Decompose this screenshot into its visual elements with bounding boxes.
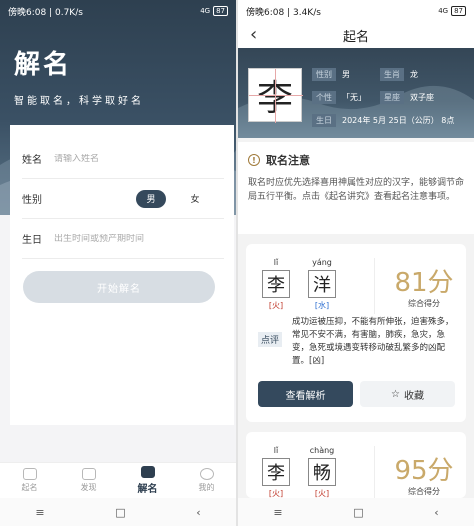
analyze-icon (140, 466, 155, 478)
star-icon: ☆ (391, 388, 400, 400)
home-nav-button[interactable]: □ (115, 506, 125, 519)
status-bar: 傍晚6:08 | 3.4K/s 4G 87 (238, 0, 474, 22)
name-result-card: lǐ 李 [火] yáng 洋 [水] 81分 综合得分 点评 成功运被压抑，不… (246, 244, 466, 422)
name-row: 姓名 (22, 139, 224, 179)
birthday-value: 2024年 5月 25日（公历） 8点 (342, 116, 455, 125)
hanzi: 畅 (308, 458, 336, 486)
favorite-label: 收藏 (403, 390, 424, 402)
status-signal: 4G 87 (438, 6, 466, 16)
tab-label: 起名 (21, 483, 38, 492)
birth-label: 生日 (22, 235, 42, 246)
system-nav-bar: ≡ □ ‹ (0, 498, 236, 526)
divider (374, 446, 375, 498)
name-char: yáng 洋 [水] (308, 258, 336, 311)
start-analyze-button[interactable]: 开始解名 (23, 271, 215, 303)
tab-label: 我的 (198, 483, 215, 492)
tab-analyze[interactable]: 解名 (118, 463, 177, 498)
profile-icon (199, 468, 214, 480)
overall-score: 95分 (394, 456, 454, 486)
element-tag: [水] (314, 301, 330, 310)
menu-nav-button[interactable]: ≡ (35, 506, 44, 519)
pinyin: lǐ (273, 258, 279, 267)
naming-icon (22, 468, 37, 480)
top-bar: 傍晚6:08 | 3.4K/s 4G 87 ‹ 起名 (238, 0, 474, 48)
name-result-card: lǐ 李 [火] chàng 畅 [火] 95分 综合得分 (246, 432, 466, 498)
back-nav-button[interactable]: ‹ (196, 506, 200, 519)
surname-grid: 李 (248, 68, 303, 123)
name-label: 姓名 (22, 155, 42, 166)
birth-row: 生日 (22, 219, 224, 259)
status-signal: 4G 87 (200, 6, 228, 16)
gender-row: 性别 男 女 (22, 179, 224, 219)
hanzi: 李 (262, 270, 290, 298)
system-nav-bar: ≡ □ ‹ (238, 498, 474, 526)
info-row-2: 个性 「无」 星座 双子座 (312, 91, 434, 104)
personality-tag: 个性 (312, 91, 336, 104)
element-tag: [火] (268, 301, 284, 310)
home-nav-button[interactable]: □ (353, 506, 363, 519)
constellation-tag: 星座 (380, 91, 404, 104)
favorite-button[interactable]: ☆ 收藏 (360, 381, 455, 407)
tab-label: 解名 (137, 484, 158, 495)
notice-body: 取名时应优先选择喜用神属性对应的汉字，能够调节命局五行平衡。点击《起名讲究》查看… (248, 178, 465, 202)
discover-icon (81, 468, 96, 480)
comment-badge: 点评 (258, 332, 283, 347)
status-time: 傍晚6:08 | 3.4K/s (246, 7, 321, 18)
analyze-screen: 傍晚6:08 | 0.7K/s 4G87 解名 智能取名，科学取好名 姓名 性别… (0, 0, 236, 526)
birth-input[interactable] (54, 233, 214, 244)
divider (374, 258, 375, 314)
pinyin: chàng (309, 446, 335, 455)
name-form-card: 姓名 性别 男 女 生日 开始解名 (10, 125, 234, 425)
score-label: 综合得分 (408, 487, 440, 496)
view-analysis-button[interactable]: 查看解析 (258, 381, 353, 407)
pinyin: yáng (312, 258, 332, 267)
hanzi: 李 (262, 458, 290, 486)
name-char: lǐ 李 [火] (262, 258, 290, 311)
notice-title: 取名注意 (266, 154, 310, 167)
page-title: 起名 (342, 30, 369, 45)
tab-label: 发现 (80, 483, 97, 492)
pinyin: lǐ (273, 446, 279, 455)
zodiac-tag: 生肖 (380, 68, 404, 81)
bottom-tab-bar: 起名 发现 解名 我的 (0, 462, 236, 498)
overall-score: 81分 (394, 268, 454, 298)
gender-value: 男 (342, 70, 350, 79)
name-char: lǐ 李 [火] (262, 446, 290, 499)
back-nav-button[interactable]: ‹ (434, 506, 438, 519)
naming-notice-card: ! 取名注意 取名时应优先选择喜用神属性对应的汉字，能够调节命局五行平衡。点击《… (238, 142, 474, 234)
naming-result-screen: 傍晚6:08 | 3.4K/s 4G 87 ‹ 起名 李 性别 男 生肖 龙 个性… (238, 0, 474, 526)
profile-banner: 李 性别 男 生肖 龙 个性 「无」 星座 双子座 生日 2024年 5月 25… (238, 48, 474, 138)
tab-discover[interactable]: 发现 (59, 463, 118, 498)
gender-tag: 性别 (312, 68, 336, 81)
gender-label: 性别 (22, 195, 42, 206)
personality-value: 「无」 (342, 93, 366, 102)
status-bar: 傍晚6:08 | 0.7K/s 4G 87 (0, 0, 236, 22)
hanzi: 洋 (308, 270, 336, 298)
constellation-value: 双子座 (410, 93, 434, 102)
info-row-1: 性别 男 生肖 龙 (312, 68, 418, 81)
info-icon: ! (248, 154, 260, 166)
page-title: 解名 (14, 50, 73, 80)
tab-naming[interactable]: 起名 (0, 463, 59, 498)
battery-icon: 87 (451, 6, 466, 16)
comment-text: 成功运被压抑，不能有所伸张，迫害殊多，常见不安不满，有害脑，肺疾，急灾，急变，急… (292, 317, 454, 366)
page-subtitle: 智能取名，科学取好名 (14, 96, 144, 107)
status-time: 傍晚6:08 | 0.7K/s (8, 7, 83, 18)
name-input[interactable] (54, 153, 214, 164)
birthday-tag: 生日 (312, 114, 336, 127)
tab-profile[interactable]: 我的 (177, 463, 236, 498)
menu-nav-button[interactable]: ≡ (273, 506, 282, 519)
surname-char: 李 (256, 78, 293, 119)
info-row-3: 生日 2024年 5月 25日（公历） 8点 (312, 114, 454, 127)
score-label: 综合得分 (408, 299, 440, 308)
gender-female-option[interactable]: 女 (180, 190, 210, 208)
name-char: chàng 畅 [火] (308, 446, 336, 499)
zodiac-value: 龙 (410, 70, 418, 79)
battery-icon: 87 (213, 6, 228, 16)
gender-male-option[interactable]: 男 (136, 189, 166, 208)
